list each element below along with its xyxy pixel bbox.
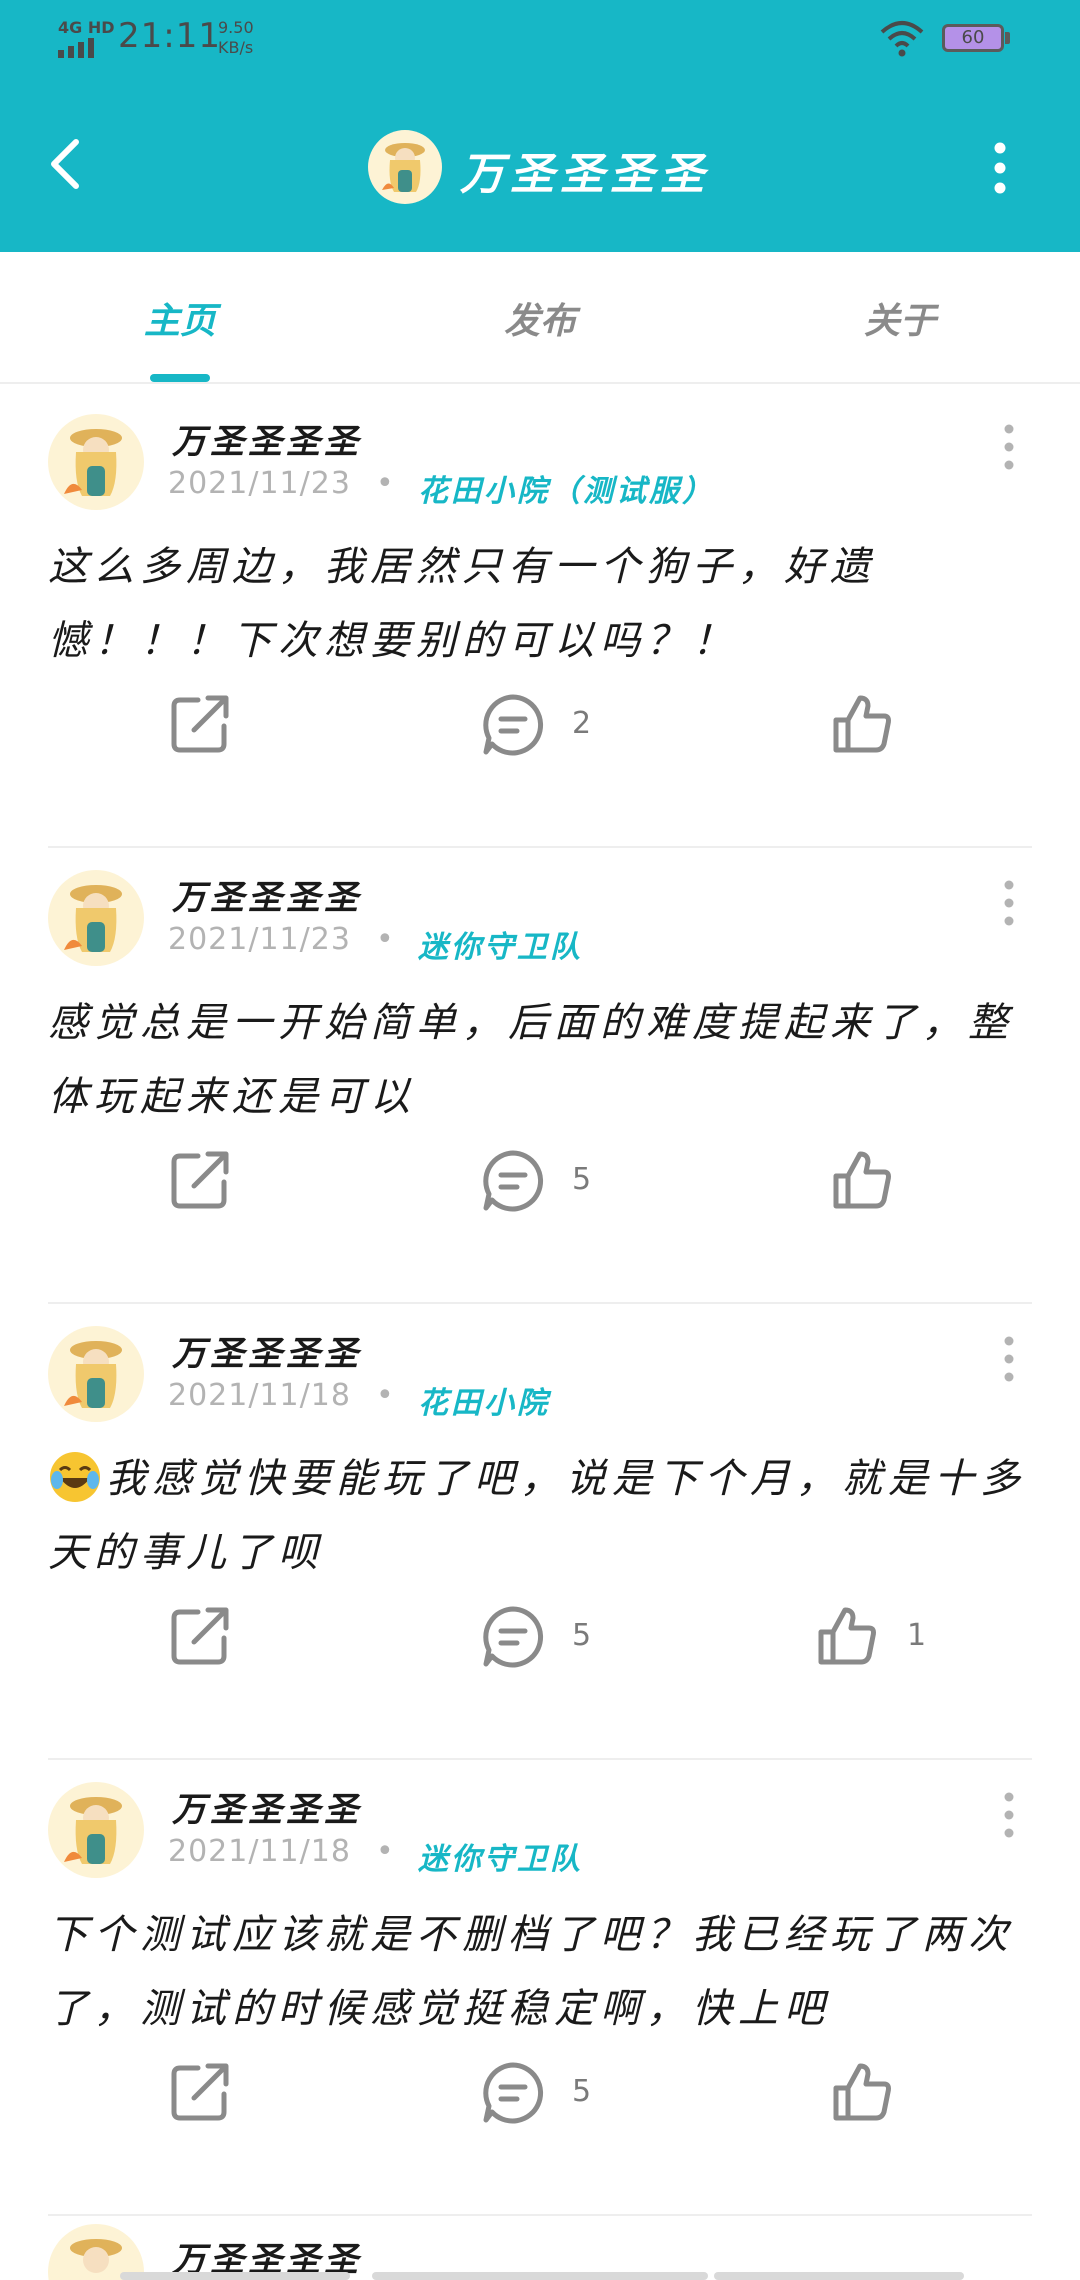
- battery-tip: [1005, 32, 1010, 44]
- divider: [48, 2214, 1032, 2216]
- comment-count: 2: [572, 706, 592, 741]
- post-card[interactable]: 万圣圣圣圣 2021/11/18 • 花田小院 我感觉快要能玩了吧，说是下个月，…: [0, 1304, 1080, 1760]
- comment-icon: [483, 694, 544, 756]
- post-content[interactable]: 感觉总是一开始简单，后面的难度提起来了，整体玩起来还是可以: [48, 986, 1028, 1134]
- game-tag[interactable]: 花田小院（测试服）: [418, 466, 715, 510]
- avatar[interactable]: [368, 130, 442, 204]
- page-title: 万圣圣圣圣: [460, 149, 710, 200]
- like-button[interactable]: [830, 692, 940, 762]
- comment-button[interactable]: 5: [480, 1148, 630, 1218]
- comment-icon: [483, 1606, 544, 1668]
- share-button[interactable]: [170, 692, 240, 762]
- battery-level: 60: [942, 24, 1004, 52]
- comment-count: 5: [572, 1162, 592, 1197]
- more-vertical-icon[interactable]: [980, 140, 1020, 196]
- post-card[interactable]: 万圣圣圣圣 2021/11/23 • 迷你守卫队 感觉总是一开始简单，后面的难度…: [0, 848, 1080, 1304]
- avatar[interactable]: [48, 1782, 144, 1878]
- author-name[interactable]: 万圣圣圣圣: [172, 1326, 362, 1375]
- status-bar: 4G HD 21:11 9.50 KB/s 60: [0, 0, 1080, 80]
- comment-count: 5: [572, 1618, 592, 1653]
- author-name[interactable]: 万圣圣圣圣: [172, 1782, 362, 1831]
- comment-count: 5: [572, 2074, 592, 2109]
- comment-icon: [483, 2062, 544, 2124]
- back-arrow-icon[interactable]: [44, 134, 88, 194]
- share-icon: [171, 1151, 229, 1209]
- battery-icon: 60: [942, 24, 1012, 56]
- tab-about[interactable]: 关于: [800, 292, 1000, 344]
- post-date: 2021/11/18: [168, 1378, 351, 1413]
- post-date: 2021/11/23: [168, 466, 351, 501]
- separator-dot: •: [376, 922, 394, 957]
- separator-dot: •: [376, 1378, 394, 1413]
- comment-button[interactable]: 2: [480, 692, 630, 762]
- separator-dot: •: [376, 466, 394, 501]
- thumbs-up-icon: [833, 695, 891, 753]
- scroll-indicator: [372, 2272, 708, 2280]
- like-count: 1: [907, 1618, 927, 1653]
- post-date: 2021/11/23: [168, 922, 351, 957]
- tab-home[interactable]: 主页: [80, 292, 280, 344]
- wifi-icon: [880, 21, 924, 57]
- clock: 21:11: [118, 16, 221, 56]
- more-vertical-icon[interactable]: [994, 878, 1024, 928]
- game-tag[interactable]: 迷你守卫队: [418, 922, 583, 966]
- avatar[interactable]: [48, 414, 144, 510]
- post-date: 2021/11/18: [168, 1834, 351, 1869]
- like-button[interactable]: [830, 2060, 940, 2130]
- tab-publish[interactable]: 发布: [440, 292, 640, 344]
- comment-icon: [483, 1150, 544, 1212]
- tab-indicator: [150, 374, 210, 382]
- partial-post: 万圣圣圣圣: [0, 2220, 1080, 2280]
- signal-icon: [58, 38, 94, 58]
- avatar[interactable]: [48, 1326, 144, 1422]
- app-bar: 万圣圣圣圣: [0, 80, 1080, 252]
- share-button[interactable]: [170, 1604, 240, 1674]
- more-vertical-icon[interactable]: [994, 1790, 1024, 1840]
- comment-button[interactable]: 5: [480, 1604, 630, 1674]
- share-icon: [171, 695, 229, 753]
- scroll-indicator: [120, 2272, 350, 2280]
- post-content[interactable]: 下个测试应该就是不删档了吧？我已经玩了两次了，测试的时候感觉挺稳定啊，快上吧: [48, 1898, 1028, 2046]
- separator-dot: •: [376, 1834, 394, 1869]
- share-icon: [171, 1607, 229, 1665]
- thumbs-up-icon: [818, 1607, 876, 1665]
- laughing-emoji-icon: [50, 1452, 100, 1502]
- post-card[interactable]: 万圣圣圣圣 2021/11/23 • 花田小院（测试服） 这么多周边，我居然只有…: [0, 392, 1080, 848]
- share-icon: [171, 2063, 229, 2121]
- more-vertical-icon[interactable]: [994, 422, 1024, 472]
- post-content[interactable]: 我感觉快要能玩了吧，说是下个月，就是十多天的事儿了呗: [48, 1442, 1028, 1590]
- like-button[interactable]: 1: [815, 1604, 927, 1674]
- share-button[interactable]: [170, 2060, 240, 2130]
- scroll-indicator: [714, 2272, 964, 2280]
- share-button[interactable]: [170, 1148, 240, 1218]
- thumbs-up-icon: [833, 1151, 891, 1209]
- avatar[interactable]: [48, 870, 144, 966]
- network-speed-value: 9.50: [218, 18, 254, 37]
- thumbs-up-icon: [833, 2063, 891, 2121]
- like-button[interactable]: [830, 1148, 940, 1218]
- post-card[interactable]: 万圣圣圣圣 2021/11/18 • 迷你守卫队 下个测试应该就是不删档了吧？我…: [0, 1760, 1080, 2216]
- post-content[interactable]: 这么多周边，我居然只有一个狗子，好遗憾！！！下次想要别的可以吗？！: [48, 530, 1028, 678]
- more-vertical-icon[interactable]: [994, 1334, 1024, 1384]
- network-speed-unit: KB/s: [218, 38, 254, 57]
- game-tag[interactable]: 花田小院: [418, 1378, 550, 1422]
- tab-bar: 主页 发布 关于: [0, 252, 1080, 384]
- comment-button[interactable]: 5: [480, 2060, 630, 2130]
- author-name[interactable]: 万圣圣圣圣: [172, 414, 362, 463]
- game-tag[interactable]: 迷你守卫队: [418, 1834, 583, 1878]
- network-speed: 9.50 KB/s: [218, 18, 254, 58]
- author-name[interactable]: 万圣圣圣圣: [172, 870, 362, 919]
- network-type: 4G HD: [58, 18, 115, 37]
